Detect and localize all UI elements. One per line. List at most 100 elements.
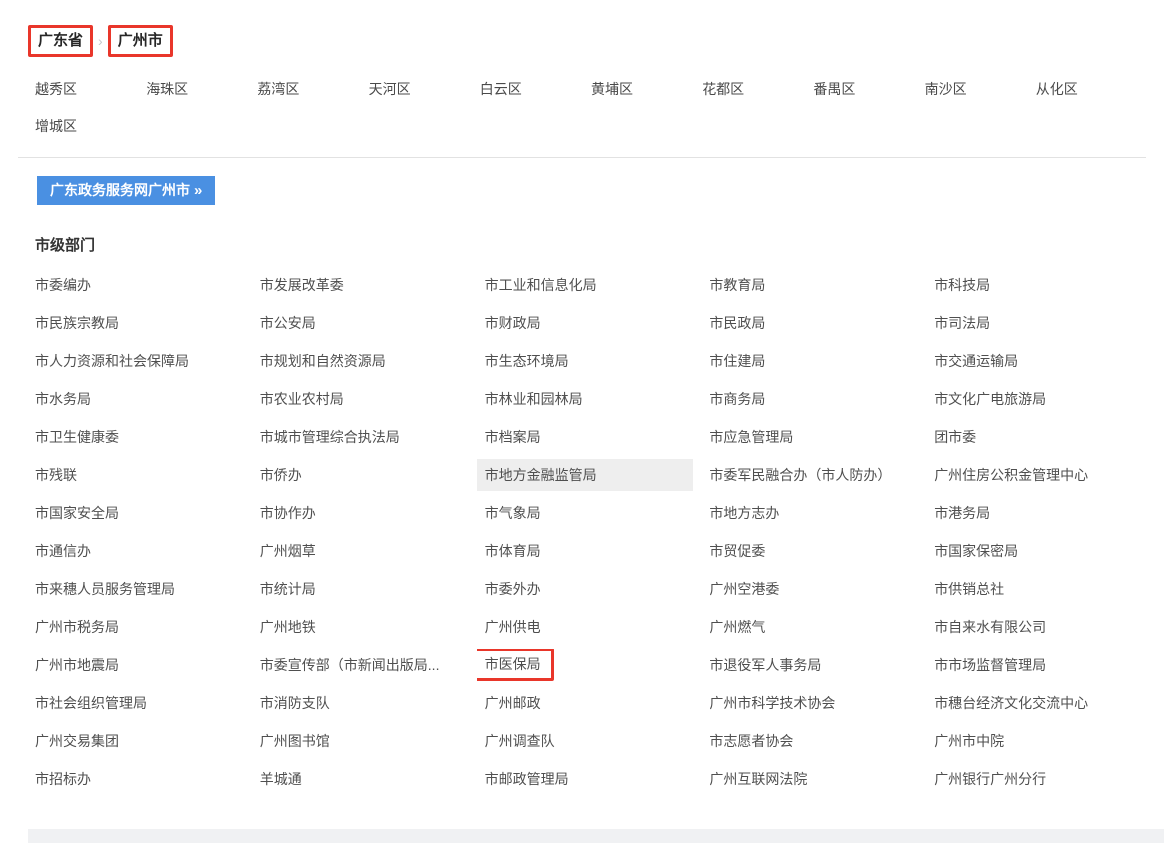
- department-item[interactable]: 市民族宗教局: [27, 307, 243, 339]
- district-item[interactable]: 海珠区: [146, 79, 257, 99]
- department-item[interactable]: 市通信办: [27, 535, 243, 567]
- portal-button[interactable]: 广东政务服务网广州市»: [37, 176, 215, 205]
- department-label: 市农业农村局: [260, 391, 344, 407]
- department-item[interactable]: 市来穗人员服务管理局: [27, 573, 243, 605]
- district-item[interactable]: 荔湾区: [257, 79, 368, 99]
- department-item[interactable]: 广州住房公积金管理中心: [926, 459, 1142, 491]
- district-item[interactable]: 天河区: [369, 79, 480, 99]
- department-item[interactable]: 市交通运输局: [926, 345, 1142, 377]
- department-label: 市地方金融监管局: [485, 467, 597, 483]
- department-item[interactable]: 市水务局: [27, 383, 243, 415]
- department-item[interactable]: 市委军民融合办（市人防办）: [701, 459, 917, 491]
- department-item[interactable]: 团市委: [926, 421, 1142, 453]
- breadcrumb-city-tab[interactable]: 广州市: [108, 25, 173, 57]
- department-item[interactable]: 市住建局: [701, 345, 917, 377]
- department-item[interactable]: 市科技局: [926, 269, 1142, 301]
- department-label: 市司法局: [934, 315, 990, 331]
- department-item[interactable]: 市自来水有限公司: [926, 611, 1142, 643]
- department-item[interactable]: 市残联: [27, 459, 243, 491]
- department-item[interactable]: 市协作办: [252, 497, 468, 529]
- district-item[interactable]: 黄埔区: [591, 79, 702, 99]
- department-item[interactable]: 市供销总社: [926, 573, 1142, 605]
- department-item[interactable]: 市规划和自然资源局: [252, 345, 468, 377]
- department-label: 广州银行广州分行: [934, 771, 1046, 787]
- department-item[interactable]: 广州互联网法院: [701, 763, 917, 795]
- department-item[interactable]: 广州市税务局: [27, 611, 243, 643]
- department-item[interactable]: 市统计局: [252, 573, 468, 605]
- district-item[interactable]: 花都区: [702, 79, 813, 99]
- department-label: 市协作办: [260, 505, 316, 521]
- district-item[interactable]: 南沙区: [925, 79, 1036, 99]
- department-item[interactable]: 市志愿者协会: [701, 725, 917, 757]
- department-label: 市邮政管理局: [485, 771, 569, 787]
- department-item[interactable]: 市退役军人事务局: [701, 649, 917, 681]
- department-item[interactable]: 市人力资源和社会保障局: [27, 345, 243, 377]
- department-label: 市民族宗教局: [35, 315, 119, 331]
- department-item[interactable]: 市穗台经济文化交流中心: [926, 687, 1142, 719]
- department-item[interactable]: 市邮政管理局: [477, 763, 693, 795]
- department-item[interactable]: 市林业和园林局: [477, 383, 693, 415]
- department-item[interactable]: 市地方志办: [701, 497, 917, 529]
- department-label: 广州交易集团: [35, 733, 119, 749]
- department-item[interactable]: 市气象局: [477, 497, 693, 529]
- department-item[interactable]: 市工业和信息化局: [477, 269, 693, 301]
- department-item[interactable]: 市教育局: [701, 269, 917, 301]
- department-item[interactable]: 广州交易集团: [27, 725, 243, 757]
- department-item[interactable]: 广州市科学技术协会: [701, 687, 917, 719]
- department-label: 广州互联网法院: [709, 771, 807, 787]
- department-item[interactable]: 市档案局: [477, 421, 693, 453]
- department-label: 市城市管理综合执法局: [260, 429, 400, 445]
- department-item[interactable]: 市城市管理综合执法局: [252, 421, 468, 453]
- department-item[interactable]: 市司法局: [926, 307, 1142, 339]
- department-item[interactable]: 市侨办: [252, 459, 468, 491]
- department-item[interactable]: 广州烟草: [252, 535, 468, 567]
- department-label: 市招标办: [35, 771, 91, 787]
- department-label: 市委外办: [485, 581, 541, 597]
- department-item[interactable]: 市贸促委: [701, 535, 917, 567]
- department-item[interactable]: 市国家安全局: [27, 497, 243, 529]
- department-item[interactable]: 市委外办: [477, 573, 693, 605]
- department-item[interactable]: 广州调查队: [477, 725, 693, 757]
- district-item[interactable]: 白云区: [480, 79, 591, 99]
- department-item[interactable]: 市财政局: [477, 307, 693, 339]
- department-item[interactable]: 广州地铁: [252, 611, 468, 643]
- department-item[interactable]: 广州银行广州分行: [926, 763, 1142, 795]
- department-item[interactable]: 市社会组织管理局: [27, 687, 243, 719]
- department-item[interactable]: 市市场监督管理局: [926, 649, 1142, 681]
- department-item[interactable]: 市卫生健康委: [27, 421, 243, 453]
- department-label: 市交通运输局: [934, 353, 1018, 369]
- department-grid: 市委编办市发展改革委市工业和信息化局市教育局市科技局市民族宗教局 市公安局市财政局…: [27, 269, 1151, 795]
- department-item[interactable]: 市地方金融监管局: [477, 459, 693, 491]
- department-item[interactable]: 市招标办: [27, 763, 243, 795]
- department-item[interactable]: 市委宣传部（市新闻出版局...: [252, 649, 468, 681]
- department-item[interactable]: 市农业农村局: [252, 383, 468, 415]
- department-label: 市统计局: [260, 581, 316, 597]
- department-item[interactable]: 广州图书馆: [252, 725, 468, 757]
- district-item[interactable]: 越秀区: [35, 79, 146, 99]
- department-item[interactable]: 市消防支队: [252, 687, 468, 719]
- department-item[interactable]: 市医保局: [477, 649, 693, 681]
- department-item[interactable]: 市民政局: [701, 307, 917, 339]
- department-item[interactable]: 市发展改革委: [252, 269, 468, 301]
- department-item[interactable]: 广州邮政: [477, 687, 693, 719]
- department-item[interactable]: 市文化广电旅游局: [926, 383, 1142, 415]
- district-item[interactable]: 增城区: [35, 116, 146, 136]
- department-item[interactable]: 市商务局: [701, 383, 917, 415]
- department-item[interactable]: 市委编办: [27, 269, 243, 301]
- department-item[interactable]: 市公安局: [252, 307, 468, 339]
- department-item[interactable]: 市应急管理局: [701, 421, 917, 453]
- department-item[interactable]: 市港务局: [926, 497, 1142, 529]
- department-item[interactable]: 广州供电: [477, 611, 693, 643]
- double-chevron-right-icon: »: [194, 182, 202, 199]
- district-item[interactable]: 从化区: [1036, 79, 1147, 99]
- department-item[interactable]: 广州空港委: [701, 573, 917, 605]
- department-item[interactable]: 市国家保密局: [926, 535, 1142, 567]
- department-item[interactable]: 市生态环境局: [477, 345, 693, 377]
- department-item[interactable]: 广州燃气: [701, 611, 917, 643]
- district-item[interactable]: 番禺区: [813, 79, 924, 99]
- department-item[interactable]: 羊城通: [252, 763, 468, 795]
- department-item[interactable]: 广州市中院: [926, 725, 1142, 757]
- department-item[interactable]: 市体育局: [477, 535, 693, 567]
- breadcrumb-province-tab[interactable]: 广东省: [28, 25, 93, 57]
- department-item[interactable]: 广州市地震局: [27, 649, 243, 681]
